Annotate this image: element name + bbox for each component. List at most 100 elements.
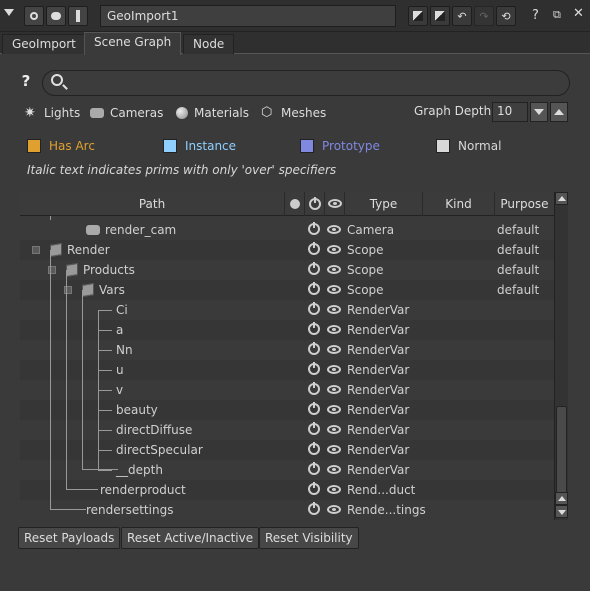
visibility-eye-icon[interactable] — [327, 365, 341, 374]
reset-payloads-button[interactable]: Reset Payloads — [18, 527, 121, 549]
active-toggle-icon[interactable] — [308, 482, 320, 495]
legend-normal-label: Normal — [458, 139, 502, 153]
visibility-eye-icon[interactable] — [327, 265, 341, 274]
column-load[interactable] — [284, 192, 304, 216]
view-flag-button[interactable] — [430, 6, 450, 26]
scroll-down-button-a[interactable] — [555, 492, 568, 505]
active-toggle-icon[interactable] — [308, 222, 320, 235]
row-path: Render — [50, 240, 110, 260]
active-toggle-icon[interactable] — [308, 402, 320, 415]
search-input[interactable] — [42, 70, 570, 96]
active-toggle-icon[interactable] — [308, 342, 320, 355]
filter-lights[interactable]: ✷ Lights — [24, 104, 80, 122]
visibility-eye-icon[interactable] — [327, 245, 341, 254]
visibility-eye-icon[interactable] — [327, 285, 341, 294]
active-toggle-icon[interactable] — [308, 302, 320, 315]
load-column-icon — [289, 199, 300, 209]
help-icon[interactable]: ? — [18, 72, 34, 92]
normal-swatch — [436, 139, 450, 153]
close-icon[interactable]: ✕ — [573, 6, 584, 21]
graph-depth-field[interactable]: 10 — [492, 102, 528, 122]
edit-flag-button[interactable] — [408, 6, 428, 26]
scroll-down-icon — [557, 510, 566, 515]
visibility-eye-icon[interactable] — [327, 305, 341, 314]
tree-connector — [50, 216, 51, 220]
column-kind[interactable]: Kind — [422, 192, 494, 216]
table-row[interactable]: Render Scope default — [20, 240, 554, 260]
active-toggle-icon[interactable] — [308, 442, 320, 455]
row-name: renderproduct — [100, 483, 186, 497]
legend-has-arc-label: Has Arc — [49, 139, 95, 153]
cube-icon — [50, 242, 62, 258]
revert-button[interactable]: ⟲ — [496, 6, 516, 26]
table-row[interactable]: rendersettings Rende...tings — [20, 500, 554, 520]
active-toggle-icon[interactable] — [308, 322, 320, 335]
table-row[interactable]: render_cam Camera default — [20, 220, 554, 240]
tree-scrollbar[interactable] — [554, 192, 568, 520]
table-row[interactable]: Products Scope default — [20, 260, 554, 280]
table-row[interactable]: renderproduct Rend...duct — [20, 480, 554, 500]
tab-scene-graph[interactable]: Scene Graph — [84, 32, 182, 55]
active-toggle-icon[interactable] — [308, 422, 320, 435]
tab-geoimport[interactable]: GeoImport — [2, 34, 86, 54]
active-toggle-icon[interactable] — [308, 242, 320, 255]
row-path: Nn — [116, 340, 133, 360]
reset-active-inactive-button[interactable]: Reset Active/Inactive — [121, 527, 260, 549]
tree-connector — [50, 250, 51, 510]
tree-connector — [98, 370, 112, 371]
expand-toggle-icon[interactable] — [32, 246, 40, 254]
filter-cameras[interactable]: Cameras — [90, 104, 163, 122]
row-type: RenderVar — [347, 403, 410, 417]
row-type: RenderVar — [347, 323, 410, 337]
tree-connector — [98, 390, 112, 391]
depth-up-button[interactable] — [550, 102, 568, 122]
visibility-eye-icon[interactable] — [327, 425, 341, 434]
visibility-eye-icon[interactable] — [327, 225, 341, 234]
filter-materials[interactable]: Materials — [176, 104, 249, 122]
collapse-triangle-icon[interactable] — [4, 9, 14, 16]
table-row[interactable]: Vars Scope default — [20, 280, 554, 300]
help-icon[interactable]: ? — [532, 8, 539, 23]
tab-node[interactable]: Node — [183, 34, 235, 54]
row-purpose: default — [497, 283, 540, 297]
active-toggle-icon[interactable] — [308, 462, 320, 475]
undo-icon: ↶ — [457, 9, 467, 23]
column-path[interactable]: Path — [20, 192, 284, 216]
tree-connector — [66, 489, 98, 490]
redo-button[interactable]: ↷ — [474, 6, 494, 26]
active-toggle-icon[interactable] — [308, 382, 320, 395]
visibility-eye-icon[interactable] — [327, 505, 341, 514]
float-window-icon[interactable]: ⧉ — [553, 8, 561, 22]
active-toggle-icon[interactable] — [308, 502, 320, 515]
column-type[interactable]: Type — [344, 192, 422, 216]
undo-button[interactable]: ↶ — [452, 6, 472, 26]
visibility-eye-icon[interactable] — [327, 345, 341, 354]
row-path: directSpecular — [116, 440, 203, 460]
bug-button[interactable] — [46, 6, 66, 26]
visibility-eye-icon[interactable] — [327, 465, 341, 474]
wrench-button[interactable] — [68, 6, 88, 26]
column-visibility[interactable] — [324, 192, 344, 216]
row-path: a — [116, 320, 123, 340]
node-name-field[interactable]: GeoImport1 — [100, 5, 396, 27]
scroll-thumb[interactable] — [556, 406, 567, 500]
visibility-eye-icon[interactable] — [327, 325, 341, 334]
view-flag-icon — [435, 11, 445, 21]
column-active[interactable] — [304, 192, 324, 216]
active-toggle-icon[interactable] — [308, 362, 320, 375]
reset-visibility-button[interactable]: Reset Visibility — [259, 527, 359, 549]
scroll-down-button[interactable] — [555, 505, 568, 518]
depth-down-button[interactable] — [530, 102, 548, 122]
visibility-eye-icon[interactable] — [327, 405, 341, 414]
visibility-eye-icon[interactable] — [327, 385, 341, 394]
visibility-eye-icon[interactable] — [327, 445, 341, 454]
column-purpose[interactable]: Purpose — [494, 192, 554, 216]
active-toggle-icon[interactable] — [308, 262, 320, 275]
legend-instance-label: Instance — [185, 139, 237, 153]
scroll-up-button[interactable] — [555, 192, 568, 205]
row-type: RenderVar — [347, 463, 410, 477]
visibility-eye-icon[interactable] — [327, 485, 341, 494]
filter-meshes[interactable]: ⬡ Meshes — [261, 104, 326, 122]
active-toggle-icon[interactable] — [308, 282, 320, 295]
view-node-button[interactable] — [24, 6, 44, 26]
